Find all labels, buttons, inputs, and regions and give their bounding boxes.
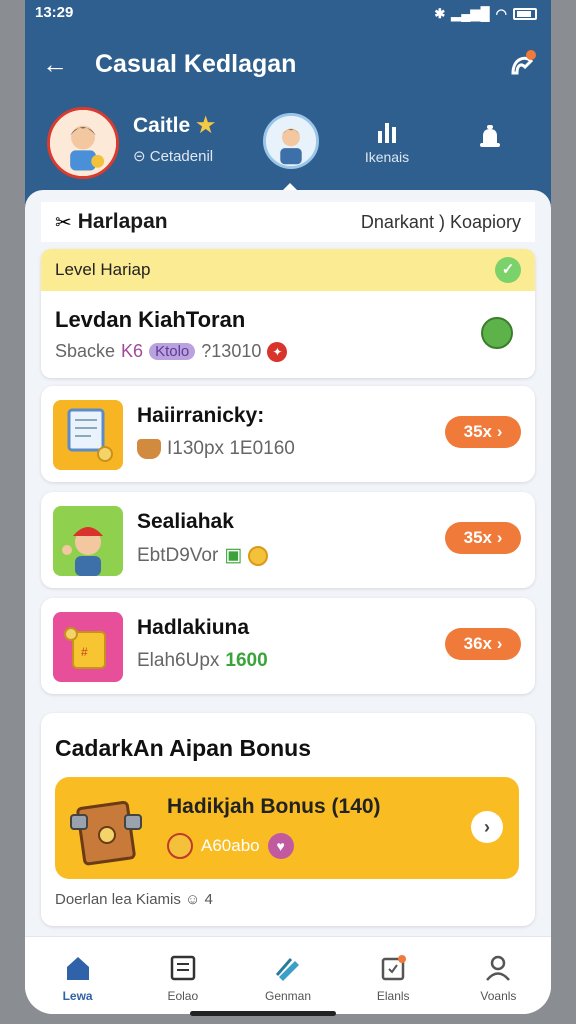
bottom-nav: Lewa Eolao Genman Elanls Voanls xyxy=(25,936,551,1014)
list-item[interactable]: Haiirranicky: I130px 1E0160 35x › xyxy=(41,386,535,482)
mascot-icon xyxy=(167,833,193,859)
list-item[interactable]: Sealiahak EbtD9Vor ▣ 35x › xyxy=(41,492,535,588)
bonus-box-title: Hadikjah Bonus (140) xyxy=(167,795,381,818)
status-icons: ✱ ▂▄▆█ ◠ xyxy=(434,4,537,24)
bag-thumbnail-icon: # xyxy=(53,612,123,682)
item-action-button[interactable]: 35x › xyxy=(445,416,521,448)
section-filter[interactable]: Dnarkant ) Koapiory xyxy=(361,212,521,233)
item-subtitle: I130px 1E0160 xyxy=(137,438,295,460)
header: 13:29 ✱ ▂▄▆█ ◠ ← Casual Kedlagan Caitle ★… xyxy=(25,0,551,215)
bonus-title: CadarkAn Aipan Bonus xyxy=(55,735,312,761)
link-icon: ✂ xyxy=(55,211,72,234)
bell-icon xyxy=(473,121,507,155)
level-strip-label: Level Hariap xyxy=(55,260,151,279)
potion-icon xyxy=(481,317,513,349)
share-icon[interactable] xyxy=(505,47,539,81)
level-name: Levdan KiahToran xyxy=(55,307,246,332)
svg-text:#: # xyxy=(81,645,88,659)
nav-profile[interactable]: Voanls xyxy=(446,937,551,1014)
profile-summary: Caitle ★ ⊝ Cetadenil Ikenais xyxy=(25,107,551,191)
list-item[interactable]: # Hadlakiuna Elah6Upx 1600 36x › xyxy=(41,598,535,694)
nav-edit[interactable]: Genman xyxy=(235,937,340,1014)
nav-home[interactable]: Lewa xyxy=(25,937,130,1014)
board-thumbnail-icon xyxy=(53,400,123,470)
heart-badge-icon: ♥ xyxy=(267,833,294,859)
character-thumbnail-icon xyxy=(53,506,123,576)
item-title: Hadlakiuna xyxy=(137,616,250,639)
check-badge-icon: ✓ xyxy=(495,257,521,283)
item-action-button[interactable]: 35x › xyxy=(445,522,521,554)
app-screen: 13:29 ✱ ▂▄▆█ ◠ ← Casual Kedlagan Caitle ★… xyxy=(25,0,551,1014)
nav-tasks[interactable]: Elanls xyxy=(341,937,446,1014)
home-indicator xyxy=(190,1011,336,1016)
stats-button[interactable]: Ikenais xyxy=(357,121,417,165)
item-action-button[interactable]: 36x › xyxy=(445,628,521,660)
level-card[interactable]: Level Hariap ✓ Levdan KiahToran Sbacke K… xyxy=(41,249,535,378)
level-strip: Level Hariap ✓ xyxy=(41,249,535,291)
stats-label: Ikenais xyxy=(364,149,410,165)
app-bar: ← Casual Kedlagan xyxy=(25,44,551,84)
fire-icon: ✦ xyxy=(267,341,288,362)
item-title: Haiirranicky: xyxy=(137,404,265,427)
wifi-icon: ◠ xyxy=(495,6,507,21)
friend-avatar[interactable] xyxy=(263,113,319,169)
item-subtitle: Elah6Upx 1600 xyxy=(137,650,268,671)
bonus-footer: Doerlan lea Kiamis ☺ 4 xyxy=(55,891,213,908)
profile-subtitle: ⊝ Cetadenil xyxy=(133,148,214,165)
green-flag-icon: ▣ xyxy=(224,545,243,566)
signal-icon: ▂▄▆█ xyxy=(451,6,490,21)
level-pill: Ktolo xyxy=(149,343,196,360)
nav-list[interactable]: Eolao xyxy=(130,937,235,1014)
notifications-button[interactable] xyxy=(465,121,515,155)
page-title: Casual Kedlagan xyxy=(95,49,297,78)
treasure-chest-icon xyxy=(67,785,147,871)
bonus-reward-button[interactable]: Hadikjah Bonus (140) A60abo ♥ › xyxy=(55,777,519,879)
bonus-box-sub: A60abo ♥ xyxy=(167,833,294,859)
bonus-card: CadarkAn Aipan Bonus Hadikjah Bonus (140… xyxy=(41,713,535,926)
chevron-right-icon[interactable]: › xyxy=(471,811,503,843)
status-bar: 13:29 ✱ ▂▄▆█ ◠ xyxy=(25,4,551,24)
battery-icon xyxy=(513,8,537,20)
profile-name: Caitle ★ xyxy=(133,114,216,137)
bluetooth-icon: ✱ xyxy=(434,6,446,21)
basket-icon xyxy=(137,439,161,459)
status-time: 13:29 xyxy=(35,4,74,21)
list-icon xyxy=(170,955,196,981)
home-icon xyxy=(66,957,89,980)
star-icon: ★ xyxy=(196,114,216,137)
item-title: Sealiahak xyxy=(137,510,234,533)
content-sheet: ✂ Harlapan Dnarkant ) Koapiory Level Har… xyxy=(25,190,551,936)
avatar[interactable] xyxy=(47,107,119,179)
user-icon xyxy=(486,955,511,981)
section-header: ✂ Harlapan Dnarkant ) Koapiory xyxy=(41,202,535,242)
back-arrow-icon[interactable]: ← xyxy=(33,49,77,80)
pencil-icon xyxy=(275,958,299,981)
section-title: Harlapan xyxy=(77,210,168,233)
item-subtitle: EbtD9Vor ▣ xyxy=(137,544,269,567)
task-icon xyxy=(381,955,407,981)
coin-icon xyxy=(248,545,269,566)
bar-chart-icon xyxy=(357,121,417,143)
level-meta: Sbacke K6 Ktolo ?13010 ✦ xyxy=(55,341,288,362)
